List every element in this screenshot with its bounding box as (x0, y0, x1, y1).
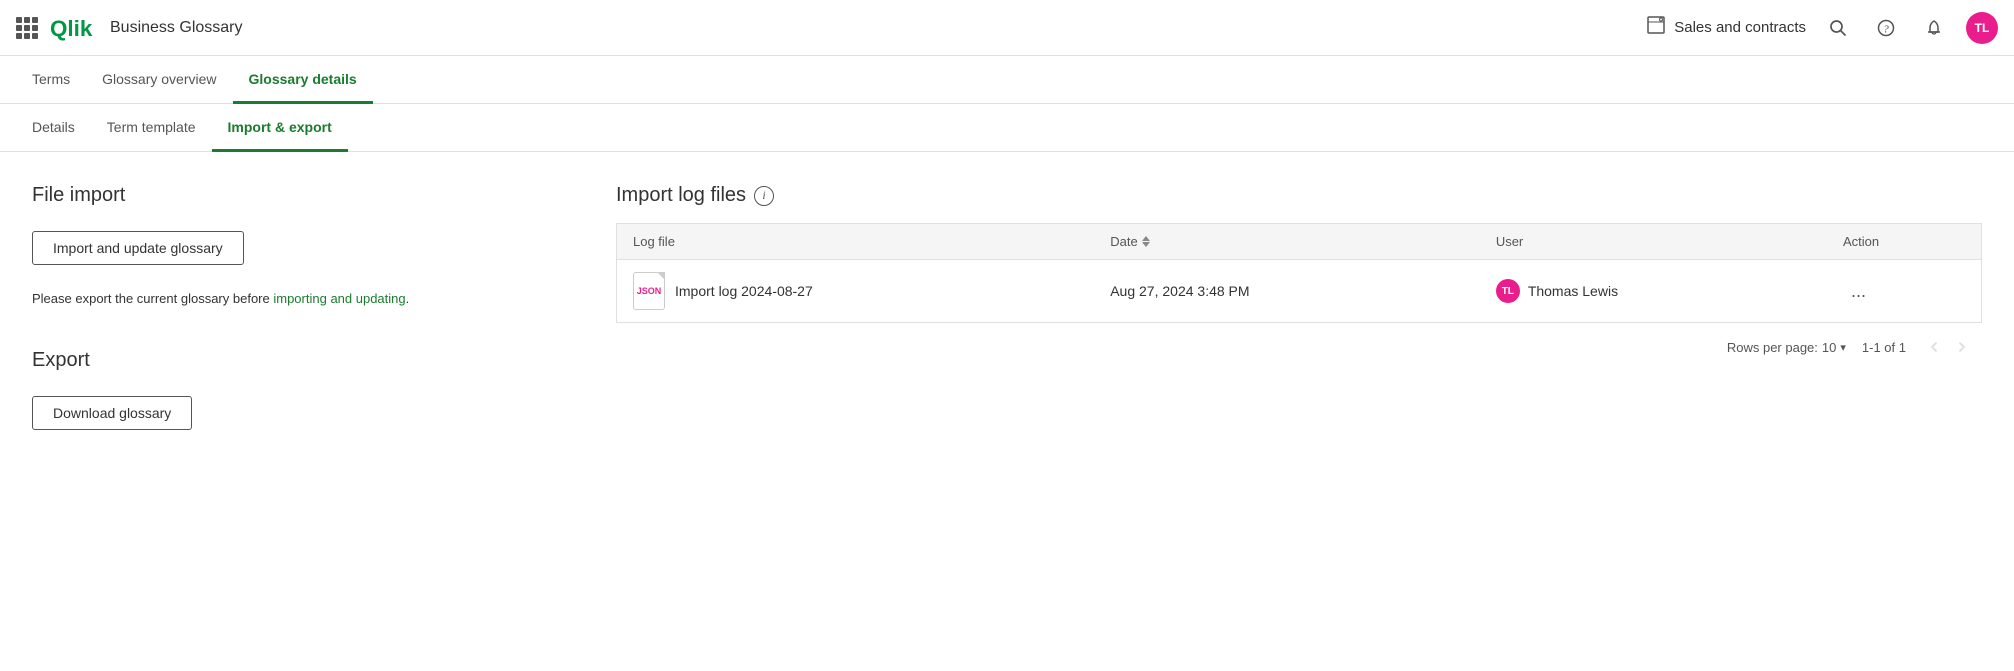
log-table: Log file Date User (616, 223, 1982, 323)
table-row: JSON Import log 2024-08-27 Aug 27, 2024 … (617, 260, 1982, 323)
log-file-cell: JSON Import log 2024-08-27 (617, 260, 1095, 323)
app-title: Business Glossary (110, 19, 243, 37)
chevron-right-icon (1954, 339, 1970, 355)
help-button[interactable]: ? (1870, 12, 1902, 44)
log-section-title: Import log files (616, 184, 746, 207)
next-page-button[interactable] (1950, 335, 1974, 359)
qlik-logo[interactable]: Qlik (50, 12, 98, 44)
log-title-row: Import log files i (616, 184, 1982, 207)
svg-text:Qlik: Qlik (50, 16, 93, 41)
export-section: Export Download glossary (32, 349, 552, 454)
left-panel: File import Import and update glossary P… (32, 184, 552, 638)
primary-nav: Terms Glossary overview Glossary details (0, 56, 2014, 104)
th-user: User (1480, 224, 1827, 260)
th-date[interactable]: Date (1094, 224, 1480, 260)
rows-per-page: Rows per page: 10 ▾ (1727, 340, 1846, 355)
rows-per-page-label: Rows per page: (1727, 340, 1818, 355)
th-action: Action (1827, 224, 1982, 260)
chevron-left-icon (1926, 339, 1942, 355)
import-update-glossary-button[interactable]: Import and update glossary (32, 231, 244, 265)
th-log-file: Log file (617, 224, 1095, 260)
tab-import-export[interactable]: Import & export (212, 104, 348, 152)
nav-item-glossary-details[interactable]: Glossary details (233, 56, 373, 104)
header-center: Sales and contracts (1646, 15, 1806, 40)
prev-page-button[interactable] (1922, 335, 1946, 359)
warning-text-after: . (406, 291, 410, 306)
row-more-button[interactable]: ... (1843, 277, 1874, 306)
json-file-icon: JSON (633, 272, 665, 310)
user-avatar[interactable]: TL (1966, 12, 1998, 44)
rows-per-page-select[interactable]: 10 ▾ (1822, 340, 1846, 355)
user-name: Thomas Lewis (1528, 283, 1618, 299)
qlik-logo-svg: Qlik (50, 12, 98, 44)
log-date-cell: Aug 27, 2024 3:48 PM (1094, 260, 1480, 323)
warning-text-before: Please export the current glossary befor… (32, 291, 273, 306)
top-header: Qlik Business Glossary Sales and contrac… (0, 0, 2014, 56)
import-warning-text: Please export the current glossary befor… (32, 289, 552, 309)
importing-updating-link[interactable]: importing and updating (273, 291, 405, 306)
right-panel: Import log files i Log file Date (616, 184, 1982, 638)
log-action-cell: ... (1827, 260, 1982, 323)
log-info-icon[interactable]: i (754, 186, 774, 206)
pagination: Rows per page: 10 ▾ 1-1 of 1 (616, 323, 1982, 371)
log-user-cell: TL Thomas Lewis (1480, 260, 1827, 323)
apps-grid-icon[interactable] (16, 17, 38, 39)
notifications-button[interactable] (1918, 12, 1950, 44)
date-sort-icon (1142, 236, 1150, 247)
main-content: File import Import and update glossary P… (0, 152, 2014, 670)
page-info: 1-1 of 1 (1862, 340, 1906, 355)
user-avatar-small: TL (1496, 279, 1520, 303)
tab-details[interactable]: Details (16, 104, 91, 152)
tab-term-template[interactable]: Term template (91, 104, 212, 152)
pagination-nav (1922, 335, 1974, 359)
download-glossary-button[interactable]: Download glossary (32, 396, 192, 430)
search-button[interactable] (1822, 12, 1854, 44)
glossary-nav-icon (1646, 15, 1666, 40)
log-table-body: JSON Import log 2024-08-27 Aug 27, 2024 … (617, 260, 1982, 323)
header-left: Qlik Business Glossary (16, 12, 1630, 44)
current-glossary-name: Sales and contracts (1674, 19, 1806, 36)
nav-item-glossary-overview[interactable]: Glossary overview (86, 56, 232, 104)
header-right: ? TL (1822, 12, 1998, 44)
file-import-title: File import (32, 184, 552, 207)
export-title: Export (32, 349, 552, 372)
svg-text:?: ? (1883, 23, 1889, 35)
nav-item-terms[interactable]: Terms (16, 56, 86, 104)
log-file-name: Import log 2024-08-27 (675, 283, 813, 299)
rows-per-page-value: 10 (1822, 340, 1836, 355)
rows-per-page-chevron: ▾ (1840, 341, 1846, 354)
secondary-nav: Details Term template Import & export (0, 104, 2014, 152)
log-table-header: Log file Date User (617, 224, 1982, 260)
